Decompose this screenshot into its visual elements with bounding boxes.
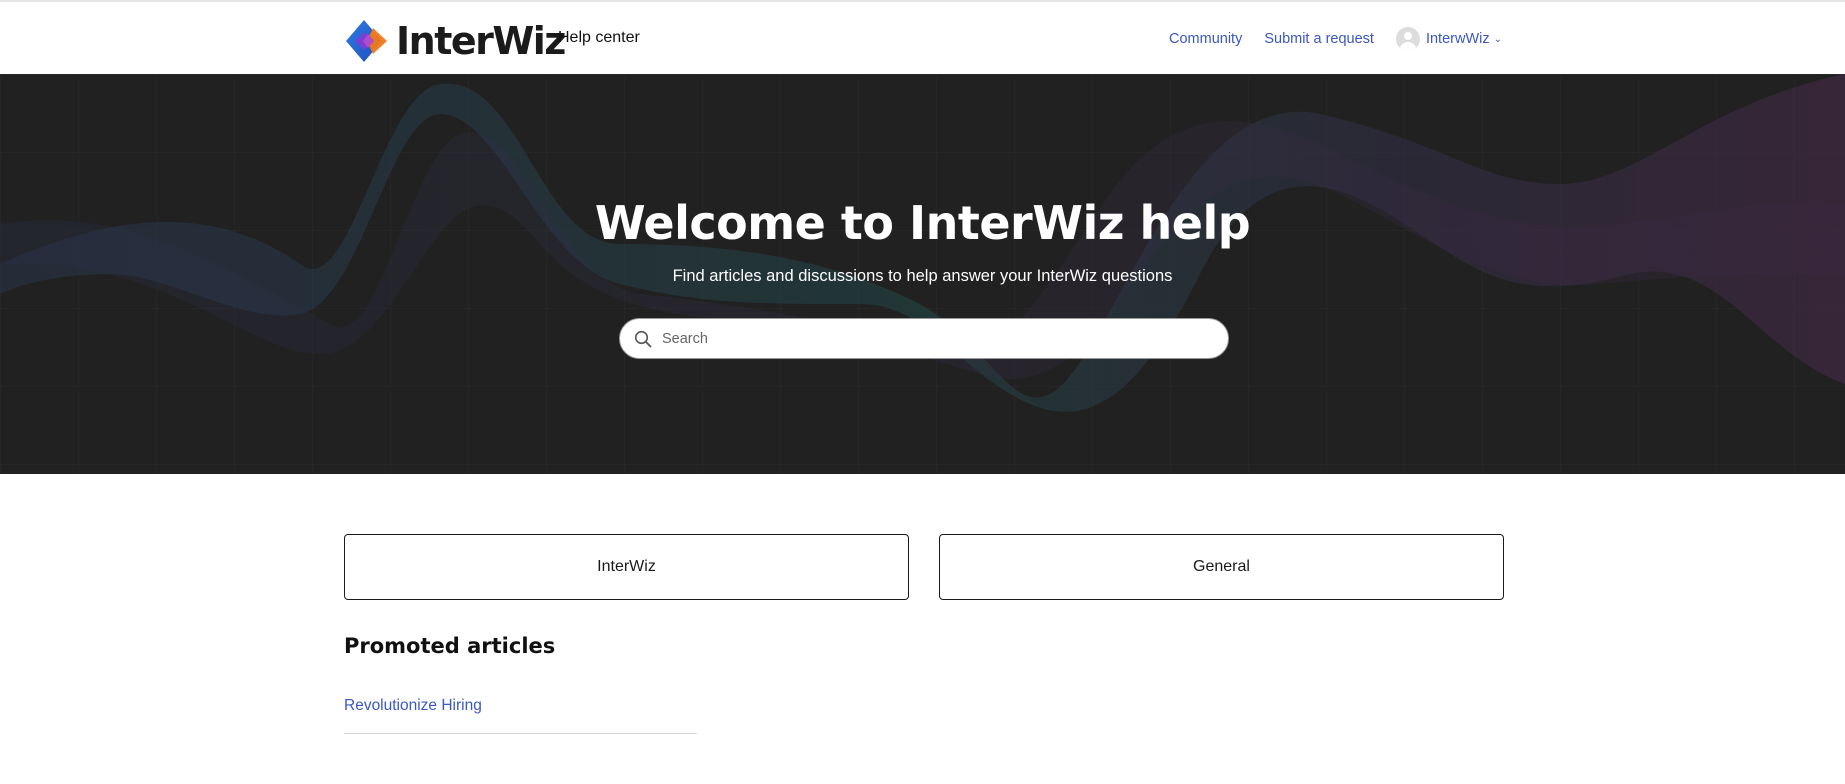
search-icon: [634, 330, 652, 347]
logo-wordmark: InterWiz: [396, 19, 566, 63]
help-center-label: Help center: [558, 29, 640, 46]
community-link[interactable]: Community: [1169, 31, 1242, 47]
user-menu[interactable]: InterwWiz ⌄: [1395, 27, 1502, 51]
user-name: InterwWiz: [1425, 31, 1490, 47]
promoted-articles-heading: Promoted articles: [344, 634, 556, 658]
divider: [344, 733, 697, 734]
search-box[interactable]: [619, 318, 1229, 359]
header-nav: Community Submit a request InterwWiz ⌄: [1169, 2, 1502, 76]
category-interwiz[interactable]: InterWiz: [344, 534, 909, 600]
hero-subtitle: Find articles and discussions to help an…: [672, 267, 1173, 285]
search-input[interactable]: [660, 329, 1204, 348]
hero-banner: Welcome to InterWiz help Find articles a…: [0, 74, 1845, 474]
promoted-article-link[interactable]: Revolutionize Hiring: [344, 697, 482, 715]
submit-request-link[interactable]: Submit a request: [1264, 31, 1374, 47]
category-general[interactable]: General: [939, 534, 1504, 600]
chevron-down-icon: ⌄: [1493, 33, 1502, 45]
avatar: [1395, 27, 1420, 51]
interwiz-logo[interactable]: InterWiz: [343, 19, 566, 63]
site-header: InterWiz Help center Community Submit a …: [0, 0, 1845, 74]
hero-title: Welcome to InterWiz help: [594, 196, 1251, 250]
interwiz-logo-icon: [346, 20, 387, 62]
